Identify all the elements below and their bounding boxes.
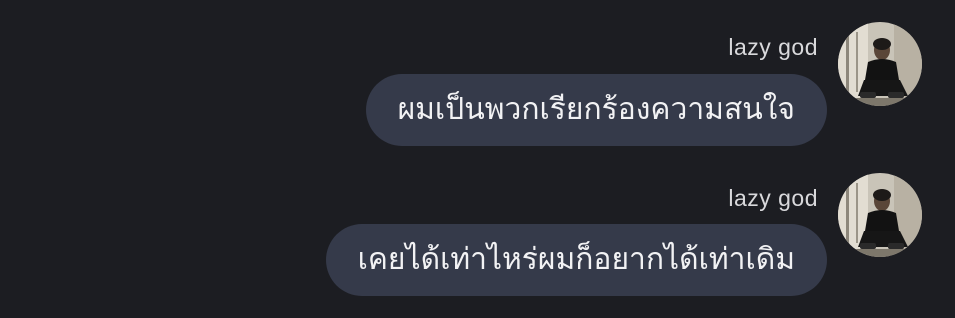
- user-avatar-photo-icon[interactable]: [838, 22, 922, 106]
- sender-name: lazy god: [728, 185, 818, 211]
- message-bubble[interactable]: เคยได้เท่าไหร่ผมก็อยากได้เท่าเดิม: [325, 224, 827, 296]
- sender-name: lazy god: [728, 34, 818, 60]
- user-avatar-photo-icon[interactable]: [838, 173, 922, 257]
- message-bubble[interactable]: ผมเป็นพวกเรียกร้องความสนใจ: [365, 74, 827, 146]
